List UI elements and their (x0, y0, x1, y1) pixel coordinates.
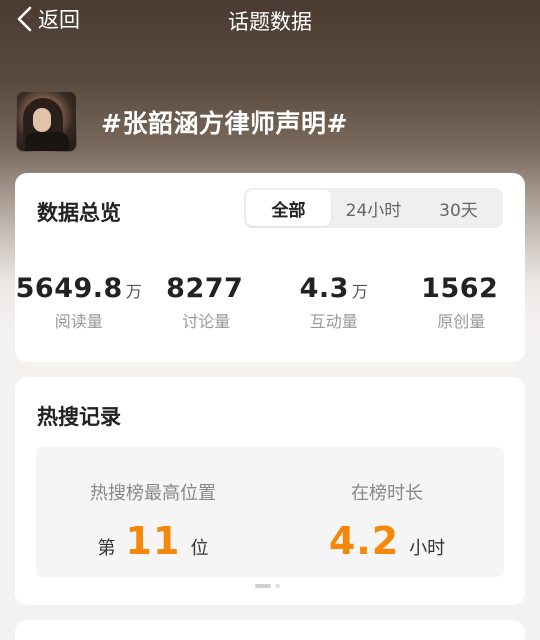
hot-search-carousel[interactable]: 热搜榜最高位置 第 11 位 在榜时长 4.2 小时 (36, 447, 504, 577)
nav-bar: 返回 话题数据 (0, 0, 540, 40)
stat-originals: 1562 原创量 (398, 273, 526, 332)
stat-label: 原创量 (437, 312, 486, 331)
stats-row: 5649.8 万 阅读量 8277 讨论量 4.3 万 互动量 1562 原创量 (15, 273, 525, 332)
peak-value: 11 (125, 519, 181, 563)
stat-interactions: 4.3 万 互动量 (270, 273, 398, 332)
duration-unit: 小时 (409, 538, 446, 559)
page-indicator (255, 584, 280, 588)
stat-label: 讨论量 (182, 312, 231, 331)
peak-label: 热搜榜最高位置 (90, 483, 216, 504)
duration-value: 4.2 (328, 519, 400, 563)
time-range-tabs: 全部 24小时 30天 (244, 188, 503, 228)
topic-avatar[interactable] (16, 91, 77, 152)
on-list-duration: 在榜时长 4.2 小时 (270, 447, 504, 577)
tab-30d[interactable]: 30天 (416, 190, 501, 226)
stat-label: 互动量 (309, 312, 358, 331)
stat-label: 阅读量 (54, 312, 103, 331)
tab-all[interactable]: 全部 (246, 190, 331, 226)
topic-title: #张韶涵方律师声明# (101, 108, 348, 138)
tab-24h[interactable]: 24小时 (331, 190, 416, 226)
hot-search-title: 热搜记录 (37, 405, 121, 429)
peak-prefix: 第 (97, 538, 116, 559)
page-dot (275, 584, 280, 588)
stat-value: 4.3 (299, 273, 349, 304)
duration-label: 在榜时长 (351, 483, 423, 504)
peak-suffix: 位 (190, 538, 209, 559)
topic-header: #张韶涵方律师声明# (16, 91, 348, 152)
page-title: 话题数据 (228, 10, 312, 34)
stat-value: 1562 (421, 273, 499, 304)
stat-reads: 5649.8 万 阅读量 (15, 273, 143, 332)
stat-value: 8277 (166, 273, 244, 304)
overview-card: 数据总览 全部 24小时 30天 5649.8 万 阅读量 8277 讨论量 4.… (15, 173, 525, 362)
page-dot-active (255, 584, 271, 588)
peak-position: 热搜榜最高位置 第 11 位 (36, 447, 270, 577)
hot-search-card: 热搜记录 热搜榜最高位置 第 11 位 在榜时长 4.2 小时 (15, 377, 525, 605)
overview-title: 数据总览 (37, 201, 121, 225)
stat-value: 5649.8 (15, 273, 123, 304)
stat-discussions: 8277 讨论量 (143, 273, 271, 332)
stat-unit: 万 (351, 282, 368, 301)
stat-unit: 万 (125, 282, 142, 301)
next-card (15, 620, 525, 640)
